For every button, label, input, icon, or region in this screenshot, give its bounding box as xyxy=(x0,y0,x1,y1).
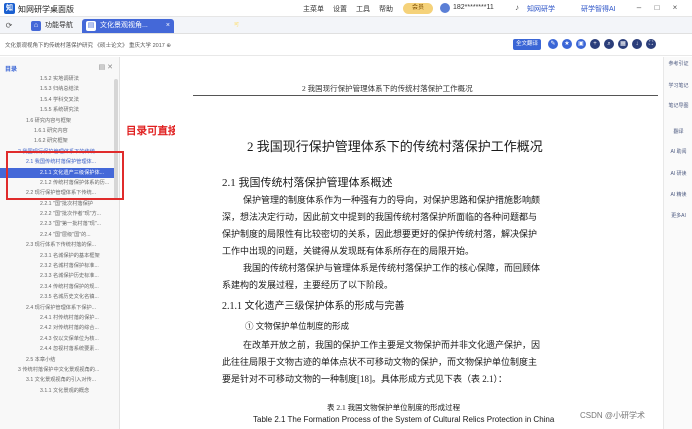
bullet-heading: ① 文物保护单位制度的形成 xyxy=(245,321,350,331)
note-icon[interactable]: ▣ xyxy=(576,39,586,49)
toc-list: 1.5.2 实地调研法 1.5.3 归纳总结法 1.5.4 学科交叉法 1.5.5 系… xyxy=(0,74,114,396)
table-caption-en: Table 2.1 The Formation Process of the S… xyxy=(253,415,555,424)
ai-link[interactable]: 研学智得AI xyxy=(581,4,616,14)
toc-item[interactable]: 2.2.2 "国"批次作者"现"方... xyxy=(0,209,114,219)
annotation-highlight-box xyxy=(6,151,124,200)
toc-item[interactable]: 1.5.2 实地调研法 xyxy=(0,74,114,84)
tab-label: 功能导航 xyxy=(45,22,73,29)
sidebar-controls[interactable]: ▤ ✕ xyxy=(99,63,113,71)
toc-item[interactable]: 2.4.2 对传统村落的综合... xyxy=(0,323,114,333)
paragraph-line: 保护制度的局限性有比较密切的关系，因此想要更好的保护传统村落，解决保护 xyxy=(222,229,538,239)
header-rule xyxy=(193,95,658,96)
right-tool-item[interactable]: AI 精读 xyxy=(667,192,690,198)
tab-navigation[interactable]: ⌂ 功能导航 xyxy=(27,19,81,33)
right-tool-item[interactable]: AI 助阅 xyxy=(667,149,690,155)
bell-icon[interactable]: ♪ xyxy=(512,3,522,13)
refresh-icon[interactable]: ⟳ xyxy=(4,21,14,31)
paragraph-line: 我国的传统村落保护与管理体系是传统村落保护工作的核心保障，而回顾体 xyxy=(243,263,541,273)
toc-item[interactable]: 2.3.5 名城历史文化名镇... xyxy=(0,292,114,302)
menu-settings[interactable]: 设置 xyxy=(333,4,347,14)
document-page: 2 我国现行保护管理体系下的传统村落保护工作概况 2 我国现行保护管理体系下的传… xyxy=(175,66,663,429)
vip-badge[interactable]: 会员 xyxy=(403,3,433,14)
toc-item[interactable]: 2.4.3 仅以文保单位为核... xyxy=(0,334,114,344)
paragraph-line: 保护管理的制度体系作为一种强有力的导向，对保护思路和保护措施影响颇 xyxy=(243,195,541,205)
menu-tools[interactable]: 工具 xyxy=(356,4,370,14)
paragraph-line: 系建构的发展过程，主要经历了以下阶段。 xyxy=(222,280,394,290)
right-tool-item[interactable]: 更多AI xyxy=(667,213,690,219)
toc-item[interactable]: 2.2.1 "国"批次村落保护 xyxy=(0,199,114,209)
toc-item[interactable]: 1.6.2 研究框架 xyxy=(0,136,114,146)
download-icon[interactable]: ↓ xyxy=(632,39,642,49)
toc-item[interactable]: 3 传统村落保护中文化景观视角的... xyxy=(0,365,114,375)
minimize-icon[interactable]: – xyxy=(634,3,644,13)
paragraph-line: 工作中出现的问题，关键得从发现既有体系所存在的局限开始。 xyxy=(222,246,475,256)
app-logo: 知 xyxy=(4,3,15,14)
zoom-in-icon[interactable]: + xyxy=(590,39,600,49)
toc-item[interactable]: 1.6 研究内容与框架 xyxy=(0,116,114,126)
toc-item[interactable]: 2.2.4 "国"层级"国"的... xyxy=(0,230,114,240)
toc-item[interactable]: 1.5.5 系统研究法 xyxy=(0,105,114,115)
document-meta: 文化景观视角下的传统村落保护研究 《硕士论文》 重庆大学 2017 ⊕ xyxy=(5,43,171,49)
toc-item[interactable]: 2.5 本章小结 xyxy=(0,355,114,365)
highlight-icon[interactable]: ✎ xyxy=(548,39,558,49)
close-icon[interactable]: × xyxy=(670,3,680,13)
chapter-title: 2 我国现行保护管理体系下的传统村落保护工作概况 xyxy=(247,139,543,154)
right-toolbar: 参考引证学习笔记笔记导图翻译 AI 助阅 AI 研读 AI 精读更多AI xyxy=(663,57,692,429)
tab-document[interactable]: ▤ 文化景观视角... 可编辑 × xyxy=(82,19,239,56)
avatar[interactable] xyxy=(440,3,450,13)
paragraph-line: 此往往局限于文物古迹的单体点状不可移动文物的保护，而文物保护单位制度主 xyxy=(222,357,538,367)
subsection-title: 2.1.1 文化遗产三级保护体系的形成与完善 xyxy=(222,301,405,312)
toc-item[interactable]: 3.1 文化景观视角的引入对传... xyxy=(0,375,114,385)
toc-item[interactable]: 1.5.4 学科交叉法 xyxy=(0,95,114,105)
document-info-bar: 文化景观视角下的传统村落保护研究 《硕士论文》 重庆大学 2017 ⊕ 全文翻译… xyxy=(0,34,692,56)
menu-help[interactable]: 帮助 xyxy=(379,4,393,14)
right-tool-item[interactable]: 参考引证 xyxy=(667,61,690,67)
username[interactable]: 182********11 xyxy=(453,4,494,11)
toc-item[interactable]: 2.3 现行体系下传统村落的保... xyxy=(0,240,114,250)
toc-item[interactable]: 2.3.4 传统村落保护的规... xyxy=(0,282,114,292)
toc-item[interactable]: 2.3.2 名城村落保护标准... xyxy=(0,261,114,271)
favorite-icon[interactable]: ★ xyxy=(562,39,572,49)
paragraph-line: 要是针对不可移动文物的一种制度[18]。具体形成方式见下表（表 2.1）： xyxy=(222,374,507,384)
tab-label: 文化景观视角... xyxy=(100,22,148,29)
tab-bar: ⟳ ⌂ 功能导航 ▤ 文化景观视角... 可编辑 × xyxy=(0,17,692,56)
right-tool-item[interactable]: AI 研读 xyxy=(667,171,690,177)
toc-item[interactable]: 1.6.1 研究内容 xyxy=(0,126,114,136)
table-caption-cn: 表 2.1 我国文物保护单位制度的形成过程 xyxy=(327,403,461,412)
toc-item[interactable]: 2.2.3 "国"第一批村落"现"... xyxy=(0,219,114,229)
toc-sidebar: 目录 ▤ ✕ 1.5.2 实地调研法 1.5.3 归纳总结法 1.5.4 学科交叉法… xyxy=(0,57,120,429)
toc-item[interactable]: 1.5.3 归纳总结法 xyxy=(0,84,114,94)
menu-main[interactable]: 主菜单 xyxy=(303,4,324,14)
toc-item[interactable]: 2.3.1 名城保护的基本框架 xyxy=(0,251,114,261)
yanxue-link[interactable]: 知网研学 xyxy=(527,4,555,14)
document-icon: ▤ xyxy=(86,21,96,31)
app-title: 知网研学桌面版 xyxy=(18,5,74,14)
fulltext-translate-button[interactable]: 全文翻译 xyxy=(513,39,541,50)
paragraph-line: 在改革开放之前，我国的保护工作主要是文物保护而并非文化遗产保护，因 xyxy=(243,340,541,350)
right-tool-item[interactable]: 翻译 xyxy=(667,129,690,135)
toc-item[interactable]: 2.4.4 忽视村落系统要素... xyxy=(0,344,114,354)
toc-item[interactable]: 2.4.1 村传统村落的保护... xyxy=(0,313,114,323)
paragraph-line: 深，想法决定行动，因此前文中提到的我国传统村落保护所面临的各种问题都与 xyxy=(222,212,538,222)
tab-close-icon[interactable]: × xyxy=(166,19,170,33)
search-icon[interactable]: ⌕ xyxy=(604,39,614,49)
toc-item[interactable]: 3.1.1 文化景观的概念 xyxy=(0,386,114,396)
section-title: 2.1 我国传统村落保护管理体系概述 xyxy=(222,177,393,189)
toc-item[interactable]: 2.3.3 名城保护历史标准... xyxy=(0,271,114,281)
fullscreen-icon[interactable]: ⛶ xyxy=(646,39,656,49)
toc-title: 目录 xyxy=(5,67,18,73)
title-bar: 知 知网研学桌面版 主菜单 设置 工具 帮助 会员 182********11 … xyxy=(0,0,692,17)
right-tool-item[interactable]: 学习笔记 xyxy=(667,83,690,89)
toc-item[interactable]: 2.4 现行保护管理体系下保护... xyxy=(0,303,114,313)
right-tool-item[interactable]: 笔记导图 xyxy=(667,103,690,109)
maximize-icon[interactable]: □ xyxy=(652,3,662,13)
home-icon: ⌂ xyxy=(31,21,41,31)
print-icon[interactable]: ▦ xyxy=(618,39,628,49)
running-head: 2 我国现行保护管理体系下的传统村落保护工作概况 xyxy=(302,84,473,93)
watermark: CSDN @小研学术 xyxy=(580,411,646,420)
